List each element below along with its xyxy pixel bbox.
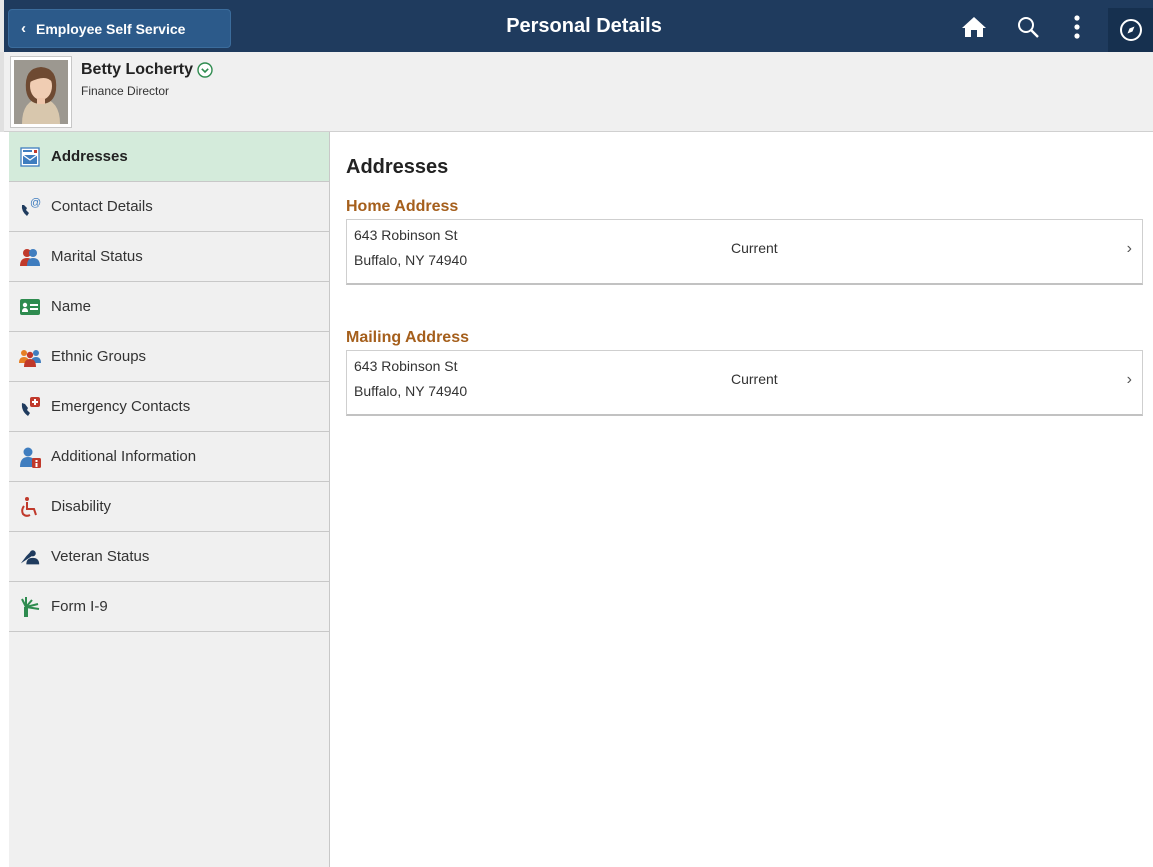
home-address-row[interactable]: 643 Robinson St Buffalo, NY 74940 Curren… — [346, 219, 1143, 285]
nav-label: Disability — [51, 498, 112, 515]
ethnic-groups-icon — [19, 346, 41, 368]
nav-item-emergency-contacts[interactable]: Emergency Contacts — [9, 382, 329, 432]
back-button-label: Employee Self Service — [36, 20, 186, 37]
home-button[interactable] — [956, 8, 992, 46]
left-panel: Addresses @ Contact Details Marital Stat… — [1, 132, 330, 867]
chevron-right-icon: › — [1126, 240, 1132, 257]
nav-item-addresses[interactable]: Addresses — [9, 132, 329, 182]
main-content: Addresses Home Address 643 Robinson St B… — [330, 132, 1153, 867]
additional-information-icon — [19, 446, 41, 468]
mailing-address-title: Mailing Address — [346, 329, 469, 346]
header-edge — [0, 52, 4, 132]
panel-gutter — [1, 132, 9, 867]
nav-label: Addresses — [51, 148, 128, 165]
nav-item-ethnic-groups[interactable]: Ethnic Groups — [9, 332, 329, 382]
name-card-icon — [19, 296, 41, 318]
svg-text:@: @ — [30, 197, 41, 209]
nav-label: Additional Information — [51, 448, 197, 465]
address-line1: 643 Robinson St — [354, 358, 458, 374]
chevron-down-circle-icon[interactable] — [197, 62, 213, 78]
nav-item-contact-details[interactable]: @ Contact Details — [9, 182, 329, 232]
address-line2: Buffalo, NY 74940 — [354, 252, 468, 268]
search-button[interactable] — [1010, 8, 1046, 46]
nav-item-name[interactable]: Name — [9, 282, 329, 332]
nav-item-veteran-status[interactable]: Veteran Status — [9, 532, 329, 582]
nav-label: Form I-9 — [51, 598, 108, 615]
contact-details-icon: @ — [19, 196, 41, 218]
actions-menu-icon — [1074, 15, 1080, 39]
navbar-compass-icon — [1119, 19, 1142, 41]
employee-name: Betty Locherty — [81, 61, 194, 78]
disability-icon — [19, 496, 41, 518]
chevron-right-icon: › — [1126, 371, 1132, 388]
home-address-title: Home Address — [346, 198, 459, 215]
address-status: Current — [731, 371, 778, 387]
nav-item-marital-status[interactable]: Marital Status — [9, 232, 329, 282]
back-button[interactable]: ‹ Employee Self Service — [8, 9, 231, 48]
addresses-icon — [19, 146, 41, 168]
nav-item-disability[interactable]: Disability — [9, 482, 329, 532]
marital-status-icon — [19, 246, 41, 268]
employee-name-row[interactable]: Betty Locherty — [81, 61, 213, 79]
navbar-button[interactable] — [1108, 8, 1153, 52]
avatar — [10, 56, 72, 128]
address-line1: 643 Robinson St — [354, 227, 458, 243]
nav-label: Marital Status — [51, 248, 143, 265]
address-status: Current — [731, 240, 778, 256]
actions-menu-button[interactable] — [1062, 8, 1092, 46]
banner: ‹ Employee Self Service Personal Details — [0, 0, 1153, 52]
nav-label: Veteran Status — [51, 548, 150, 565]
nav-item-additional-information[interactable]: Additional Information — [9, 432, 329, 482]
form-i9-icon — [19, 596, 41, 618]
back-chevron-icon: ‹ — [21, 20, 26, 37]
emergency-contacts-icon — [19, 396, 41, 418]
nav-label: Ethnic Groups — [51, 348, 147, 365]
veteran-status-icon — [19, 546, 41, 568]
employee-photo — [14, 60, 68, 124]
section-title: Addresses — [346, 156, 449, 178]
nav-label: Name — [51, 298, 92, 315]
mailing-address-row[interactable]: 643 Robinson St Buffalo, NY 74940 Curren… — [346, 350, 1143, 416]
employee-header: Betty Locherty Finance Director — [0, 52, 1153, 132]
banner-edge — [0, 0, 4, 52]
home-icon — [962, 17, 986, 37]
nav-label: Emergency Contacts — [51, 398, 191, 415]
address-line2: Buffalo, NY 74940 — [354, 383, 468, 399]
page-title: Personal Details — [506, 15, 662, 37]
nav-label: Contact Details — [51, 198, 153, 215]
search-icon — [1018, 17, 1039, 38]
employee-job-title: Finance Director — [81, 84, 170, 98]
nav-item-form-i9[interactable]: Form I-9 — [9, 582, 329, 632]
